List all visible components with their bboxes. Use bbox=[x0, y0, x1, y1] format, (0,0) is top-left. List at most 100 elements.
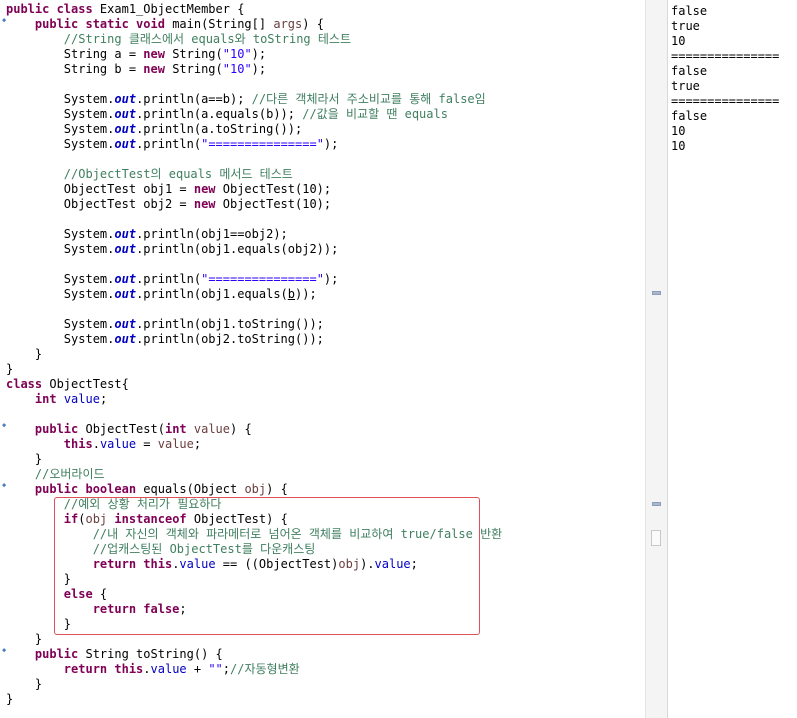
code-token: value bbox=[99, 437, 137, 451]
code-line[interactable]: System.out.println(obj1.equals(obj2)); bbox=[6, 242, 502, 257]
code-line[interactable]: //String 클래스에서 equals와 toString 테스트 bbox=[6, 32, 502, 47]
code-line[interactable]: System.out.println("==============="); bbox=[6, 272, 502, 287]
console-line: =============== bbox=[671, 49, 780, 63]
code-line[interactable]: class ObjectTest{ bbox=[6, 377, 502, 392]
code-token: "===============" bbox=[201, 272, 324, 286]
code-token: ); bbox=[251, 62, 267, 76]
code-token: .println(a.toString()); bbox=[136, 122, 303, 136]
code-token: equals(Object bbox=[143, 482, 245, 496]
code-line[interactable]: //ObjectTest의 equals 메서드 테스트 bbox=[6, 167, 502, 182]
code-line[interactable]: } bbox=[6, 692, 502, 707]
code-line[interactable]: System.out.println(a.toString()); bbox=[6, 122, 502, 137]
code-token: //값을 비교할 땐 equals bbox=[302, 107, 448, 121]
code-line[interactable]: System.out.println(obj1.toString()); bbox=[6, 317, 502, 332]
code-token: } bbox=[6, 677, 43, 691]
code-token: System. bbox=[6, 272, 115, 286]
code-line[interactable]: this.value = value; bbox=[6, 437, 502, 452]
code-token: == ((ObjectTest) bbox=[215, 557, 339, 571]
code-line[interactable] bbox=[6, 212, 502, 227]
code-line[interactable]: System.out.println(a==b); //다른 객체라서 주소비교… bbox=[6, 92, 502, 107]
fold-arrow-icon[interactable]: ◆ bbox=[2, 482, 8, 489]
code-token: public static void bbox=[34, 17, 173, 31]
code-line[interactable]: public ObjectTest(int value) { bbox=[6, 422, 502, 437]
code-token: } bbox=[6, 452, 43, 466]
console-line: false bbox=[671, 109, 708, 123]
code-line[interactable]: ObjectTest obj1 = new ObjectTest(10); bbox=[6, 182, 502, 197]
fold-arrow-icon[interactable]: ◆ bbox=[2, 422, 8, 429]
code-line[interactable]: public boolean equals(Object obj) { bbox=[6, 482, 502, 497]
code-line[interactable]: else { bbox=[6, 587, 502, 602]
ruler-scroll-thumb[interactable] bbox=[651, 530, 661, 546]
code-token: ); bbox=[251, 47, 267, 61]
code-line[interactable]: } bbox=[6, 677, 502, 692]
code-token: value bbox=[193, 422, 230, 436]
code-token: return false bbox=[92, 602, 180, 616]
code-line[interactable]: System.out.println(obj2.toString()); bbox=[6, 332, 502, 347]
code-token: .println( bbox=[136, 272, 202, 286]
code-line[interactable]: System.out.println(a.equals(b)); //값을 비교… bbox=[6, 107, 502, 122]
overview-ruler[interactable] bbox=[645, 0, 668, 718]
ruler-mark-icon[interactable] bbox=[652, 291, 661, 295]
code-line[interactable]: return this.value + "";//자동형변환 bbox=[6, 662, 502, 677]
fold-arrow-icon[interactable]: ◆ bbox=[2, 647, 8, 654]
code-line[interactable]: //예외 상황 처리가 필요하다 bbox=[6, 497, 502, 512]
code-token: //ObjectTest의 equals 메서드 테스트 bbox=[6, 167, 293, 181]
code-line[interactable]: } bbox=[6, 347, 502, 362]
code-token: ) { bbox=[230, 422, 252, 436]
console-output[interactable]: false true 10 =============== false true =====… bbox=[667, 0, 797, 718]
code-token: ObjectTest obj1 = bbox=[6, 182, 194, 196]
code-token: } bbox=[6, 692, 14, 706]
code-token: out bbox=[114, 242, 137, 256]
code-token: String( bbox=[172, 47, 223, 61]
code-token: .println(obj1==obj2); bbox=[136, 227, 288, 241]
code-line[interactable]: //업캐스팅된 ObjectTest를 다운캐스팅 bbox=[6, 542, 502, 557]
code-line[interactable]: System.out.println("==============="); bbox=[6, 137, 502, 152]
code-line[interactable]: } bbox=[6, 617, 502, 632]
code-token: .println(obj1.equals( bbox=[136, 287, 288, 301]
code-line[interactable]: ObjectTest obj2 = new ObjectTest(10); bbox=[6, 197, 502, 212]
code-token: //자동형변환 bbox=[230, 662, 300, 676]
code-token: "===============" bbox=[201, 137, 324, 151]
code-line[interactable] bbox=[6, 152, 502, 167]
code-token: ObjectTest(10); bbox=[222, 197, 332, 211]
console-line: =============== bbox=[671, 94, 780, 108]
code-line[interactable] bbox=[6, 302, 502, 317]
fold-arrow-icon[interactable]: ◆ bbox=[2, 17, 8, 24]
code-line[interactable]: } bbox=[6, 572, 502, 587]
code-editor[interactable]: public class Exam1_ObjectMember { public… bbox=[0, 0, 645, 718]
code-line[interactable]: int value; bbox=[6, 392, 502, 407]
code-token: System. bbox=[6, 317, 115, 331]
code-token: } bbox=[6, 572, 72, 586]
code-token: out bbox=[114, 107, 137, 121]
code-token: ObjectTest obj2 = bbox=[6, 197, 194, 211]
code-token: //내 자신의 객체와 파라메터로 넘어온 객체를 비교하여 true/fals… bbox=[6, 527, 503, 541]
code-line[interactable]: if(obj instanceof ObjectTest) { bbox=[6, 512, 502, 527]
code-line[interactable]: String b = new String("10"); bbox=[6, 62, 502, 77]
code-line[interactable]: System.out.println(obj1==obj2); bbox=[6, 227, 502, 242]
code-line[interactable] bbox=[6, 257, 502, 272]
ruler-mark-icon[interactable] bbox=[652, 502, 661, 506]
code-line[interactable]: public String toString() { bbox=[6, 647, 502, 662]
code-line[interactable]: } bbox=[6, 632, 502, 647]
code-line[interactable] bbox=[6, 77, 502, 92]
code-line[interactable]: //내 자신의 객체와 파라메터로 넘어온 객체를 비교하여 true/fals… bbox=[6, 527, 502, 542]
code-line[interactable]: //오버라이드 bbox=[6, 467, 502, 482]
console-line: false bbox=[671, 4, 708, 18]
code-token: ObjectTest) { bbox=[193, 512, 288, 526]
code-token: public bbox=[34, 647, 86, 661]
code-line[interactable]: String a = new String("10"); bbox=[6, 47, 502, 62]
code-token: ); bbox=[323, 272, 339, 286]
code-line[interactable]: return this.value == ((ObjectTest)obj).v… bbox=[6, 557, 502, 572]
code-lines: public class Exam1_ObjectMember { public… bbox=[6, 2, 502, 707]
code-token: String toString() { bbox=[85, 647, 223, 661]
code-token: return this bbox=[63, 662, 144, 676]
code-line[interactable]: } bbox=[6, 452, 502, 467]
code-line[interactable]: System.out.println(obj1.equals(b)); bbox=[6, 287, 502, 302]
code-line[interactable]: public class Exam1_ObjectMember { bbox=[6, 2, 502, 17]
code-line[interactable] bbox=[6, 407, 502, 422]
code-line[interactable]: return false; bbox=[6, 602, 502, 617]
code-line[interactable]: public static void main(String[] args) { bbox=[6, 17, 502, 32]
code-line[interactable]: } bbox=[6, 362, 502, 377]
